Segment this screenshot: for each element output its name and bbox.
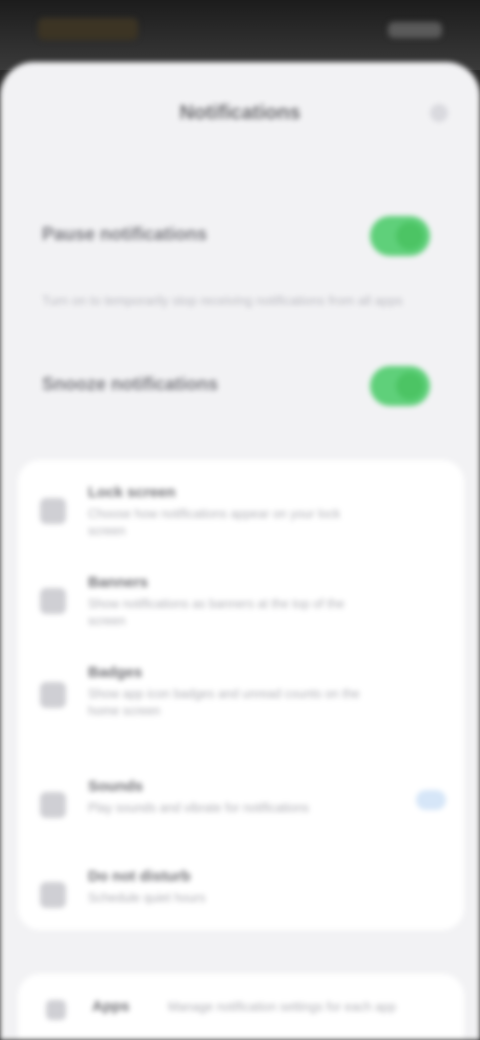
- setting-item-name: Do not disturb: [88, 868, 191, 885]
- status-bar: [0, 0, 480, 70]
- setting-item-desc: Schedule quiet hours: [88, 891, 206, 905]
- notification-settings-card: Lock screen Choose how notifications app…: [18, 460, 464, 930]
- notifications-sheet: Notifications Pause notifications Turn o…: [0, 62, 480, 1040]
- status-left-icon: [38, 18, 138, 40]
- setting-item-name: Badges: [88, 664, 143, 681]
- setting-item-badges[interactable]: Badges Show app icon badges and unread c…: [18, 664, 464, 744]
- setting-item-desc: Show notifications as banners at the top…: [88, 597, 345, 628]
- apps-desc: Manage notification settings for each ap…: [168, 1000, 396, 1014]
- snooze-notifications-toggle[interactable]: [370, 366, 430, 406]
- apps-label: Apps: [92, 998, 130, 1015]
- sheet-header: Notifications: [0, 62, 480, 172]
- help-icon[interactable]: [430, 104, 448, 122]
- setting-item-desc: Choose how notifications appear on your …: [88, 507, 341, 538]
- apps-card[interactable]: Apps Manage notification settings for ea…: [18, 974, 464, 1040]
- status-right-icon: [388, 22, 442, 38]
- setting-item-name: Sounds: [88, 778, 143, 795]
- snooze-notifications-label: Snooze notifications: [42, 374, 219, 394]
- moon-icon: [40, 882, 66, 908]
- lock-icon: [40, 498, 66, 524]
- setting-item-desc: Show app icon badges and unread counts o…: [88, 687, 360, 718]
- pause-notifications-row[interactable]: Pause notifications: [0, 198, 480, 276]
- setting-item-banners[interactable]: Banners Show notifications as banners at…: [18, 574, 464, 644]
- banner-icon: [40, 588, 66, 614]
- setting-item-do-not-disturb[interactable]: Do not disturb Schedule quiet hours: [18, 868, 464, 928]
- setting-item-desc: Play sounds and vibrate for notification…: [88, 801, 309, 815]
- pause-notifications-toggle[interactable]: [370, 216, 430, 256]
- page-title: Notifications: [179, 102, 301, 124]
- apps-icon: [46, 1000, 66, 1020]
- setting-status-badge: [416, 790, 446, 810]
- setting-item-sounds[interactable]: Sounds Play sounds and vibrate for notif…: [18, 778, 464, 848]
- pause-notifications-label: Pause notifications: [42, 224, 208, 244]
- badge-icon: [40, 682, 66, 708]
- sound-icon: [40, 792, 66, 818]
- setting-item-lock-screen[interactable]: Lock screen Choose how notifications app…: [18, 484, 464, 554]
- snooze-notifications-row[interactable]: Snooze notifications: [0, 348, 480, 426]
- setting-item-name: Lock screen: [88, 484, 176, 501]
- setting-item-name: Banners: [88, 574, 149, 591]
- pause-hint: Turn on to temporarily stop receiving no…: [42, 293, 403, 308]
